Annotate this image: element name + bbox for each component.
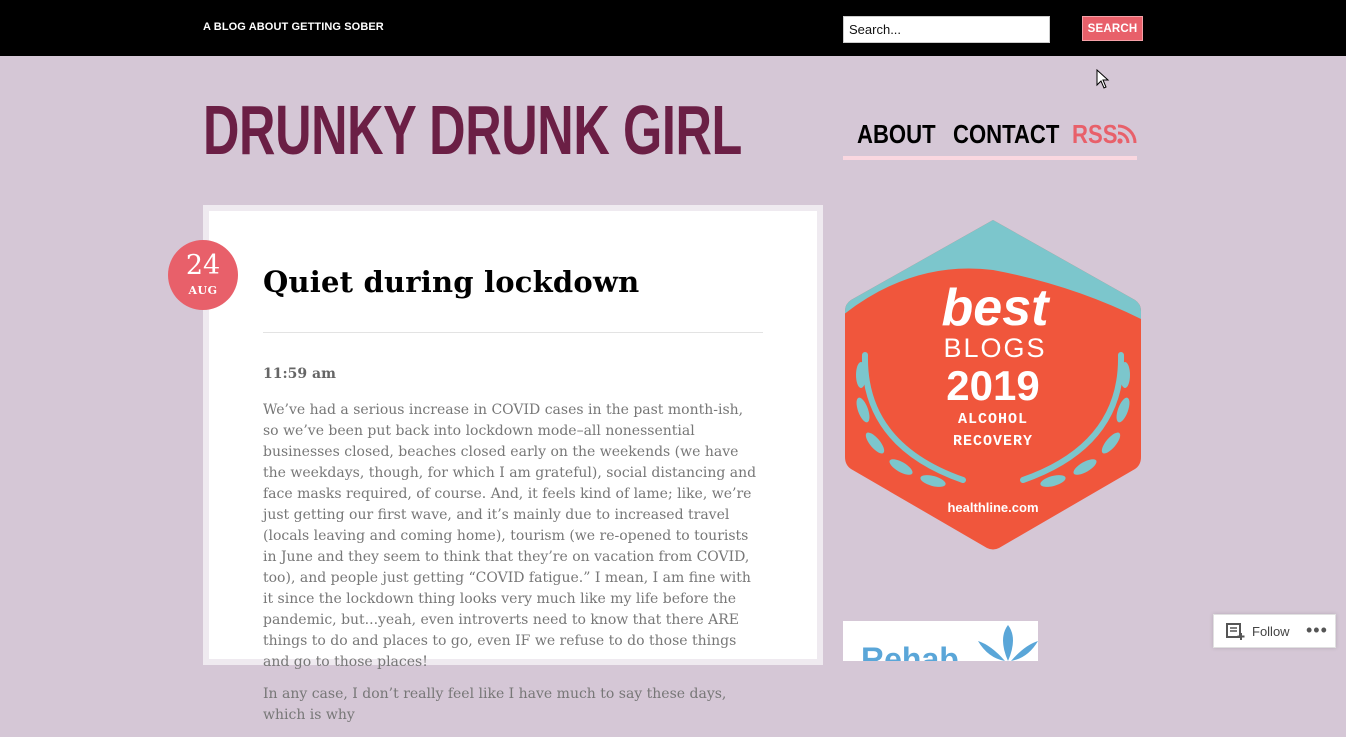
post-paragraph: We’ve had a serious increase in COVID ca… [263,402,757,670]
search-input[interactable] [843,16,1050,43]
badge-blogs-text: BLOGS [943,333,1046,363]
best-blogs-badge[interactable]: best BLOGS 2019 ALCOHOL RECOVERY healthl… [843,215,1143,555]
rss-icon[interactable] [1116,123,1138,145]
nav-about-link[interactable]: ABOUT [857,119,936,150]
post-body: We’ve had a serious increase in COVID ca… [263,400,763,737]
post-date-month: AUG [188,284,218,297]
follow-label: Follow [1252,624,1290,639]
follow-button[interactable]: Follow ••• [1213,614,1336,648]
top-bar: A BLOG ABOUT GETTING SOBER SEARCH [0,0,1346,56]
post-title[interactable]: Quiet during lockdown [263,265,639,299]
mouse-cursor-icon [1096,69,1110,89]
rehab-widget-text: Rehab [861,641,959,661]
nav-rss-link[interactable]: RSS [1072,119,1117,150]
follow-reader-icon [1226,623,1245,640]
badge-year-text: 2019 [946,362,1039,409]
rehab-widget[interactable]: Rehab [843,621,1038,661]
badge-site-text: healthline.com [947,500,1038,515]
lotus-icon [978,625,1038,661]
post-date-day: 24 [185,250,221,281]
post-date-badge: 24 AUG [168,240,238,310]
main-nav: ABOUT CONTACT RSS [843,115,1137,160]
nav-contact-link[interactable]: CONTACT [953,119,1059,150]
badge-category-text: ALCOHOL [958,411,1028,428]
post-divider [263,332,763,333]
site-tagline: A BLOG ABOUT GETTING SOBER [203,21,384,33]
post-paragraph: In any case, I don’t really feel like I … [263,686,727,723]
site-title[interactable]: DRUNKY DRUNK GIRL [203,90,742,170]
badge-category-text: RECOVERY [953,433,1033,450]
post-time: 11:59 am [263,366,336,382]
more-options-icon[interactable]: ••• [1306,620,1328,641]
badge-best-text: best [942,279,1052,337]
search-button[interactable]: SEARCH [1082,16,1143,41]
